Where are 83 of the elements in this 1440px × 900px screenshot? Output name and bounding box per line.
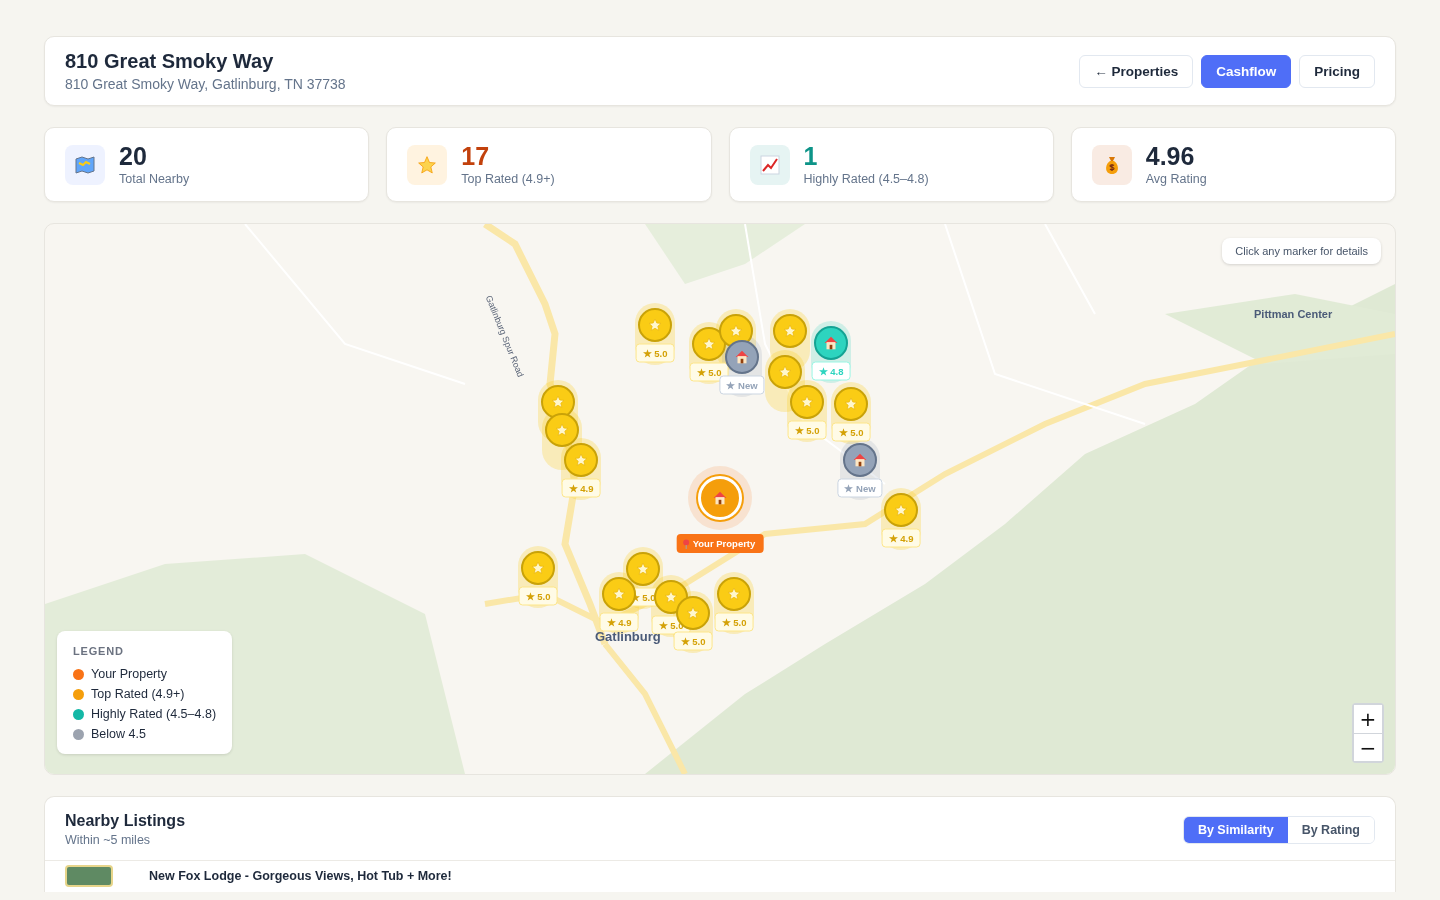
stat-value: 1 [803,143,819,169]
listing-marker[interactable] [692,327,726,361]
sort-toggle[interactable]: By Similarity [1183,817,1288,843]
property-title: 810 Great Smoky Way [65,50,275,73]
house-icon [711,489,729,507]
listing-marker[interactable] [602,577,636,611]
star-icon [530,560,546,576]
listing-marker[interactable] [843,443,877,477]
star-icon [550,394,566,410]
stat-value: 4.96 [1145,143,1196,169]
stat-label: Highly Rated (4.5–4.8) [803,172,929,186]
listing-marker[interactable] [790,385,824,419]
star-icon [663,589,679,605]
listing-marker[interactable] [521,551,555,585]
zoom-out-button[interactable]: − [1354,733,1382,761]
stat-label: Avg Rating [1145,172,1207,186]
property-marker[interactable] [698,476,742,520]
photo-placeholder [65,865,113,887]
place-label: Pittman Center [1254,308,1333,320]
house-icon [851,451,869,469]
rating-label: ★ 5.0 [518,586,558,606]
star-icon [726,586,742,602]
star-icon [647,317,663,333]
listing-marker[interactable] [725,340,759,374]
map-hint: Click any marker for details [1222,238,1381,264]
legend-label: Your Property [91,667,167,681]
nav-button[interactable]: ← Properties [1079,55,1194,88]
listing-marker[interactable] [834,387,868,421]
star-icon [799,394,815,410]
listing-marker[interactable] [773,314,807,348]
star-icon [417,155,438,175]
legend-label: Below 4.5 [91,727,146,741]
star-icon [728,323,744,339]
rating-label: ★ New [837,478,883,498]
star-icon [573,452,589,468]
legend-title: LEGEND [73,645,125,657]
house-icon [733,348,751,366]
listing-marker[interactable] [814,326,848,360]
star-icon [777,364,793,380]
chart-icon [759,155,780,175]
stat-label: Top Rated (4.9+) [461,172,555,186]
star-icon [611,586,627,602]
rating-label: ★ 4.9 [561,478,601,498]
rating-label: ★ New [719,375,765,395]
star-icon [782,323,798,339]
rating-label: ★ 4.9 [599,612,639,632]
rating-label: ★ 5.0 [714,612,754,632]
stat-value: 17 [461,143,491,169]
listing-marker[interactable] [717,577,751,611]
pin-icon [682,538,690,549]
rating-label: ★ 5.0 [831,422,871,442]
star-icon [635,561,651,577]
section-title: Nearby Listings [65,812,186,830]
listing-marker[interactable] [541,385,575,419]
listing-marker[interactable] [564,443,598,477]
star-icon [843,396,859,412]
stat-label: Total Nearby [119,172,190,186]
listing-marker[interactable] [884,493,918,527]
star-icon [554,422,570,438]
house-icon [822,334,840,352]
star-icon [685,605,701,621]
rating-label: ★ 5.0 [787,420,827,440]
rating-label: ★ 5.0 [635,343,675,363]
property-tag: Your Property [676,534,764,553]
rating-label: ★ 4.9 [881,528,921,548]
listing-marker[interactable] [638,308,672,342]
section-subtitle: Within ~5 miles [65,833,151,847]
listing-marker[interactable] [626,552,660,586]
property-address: 810 Great Smoky Way, Gatlinburg, TN 37738 [65,76,346,92]
listing-marker[interactable] [768,355,802,389]
star-icon [701,336,717,352]
star-icon [893,502,909,518]
map-icon [75,156,95,174]
legend-label: Top Rated (4.9+) [91,687,185,701]
nav-button[interactable]: Pricing [1299,55,1375,88]
legend-label: Highly Rated (4.5–4.8) [91,707,217,721]
stat-value: 20 [119,143,148,169]
rating-label: ★ 5.0 [673,631,713,651]
listing-marker[interactable] [545,413,579,447]
rating-label: ★ 5.0 [689,362,729,382]
rating-label: ★ 4.8 [811,361,851,381]
nav-button[interactable]: Cashflow [1201,55,1292,88]
listing-title[interactable]: New Fox Lodge - Gorgeous Views, Hot Tub + More! [149,869,452,883]
